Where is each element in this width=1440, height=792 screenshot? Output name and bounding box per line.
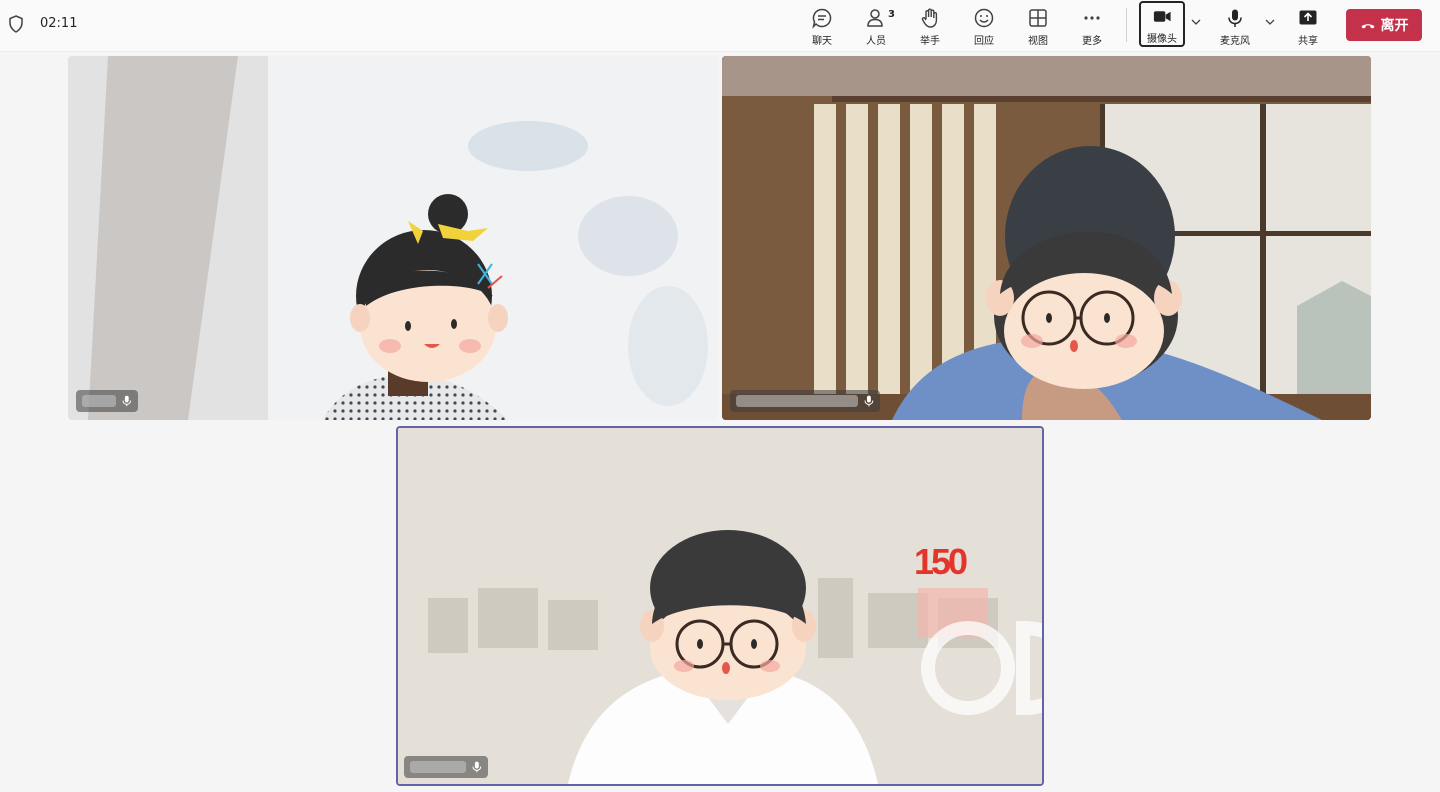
- chat-icon: [812, 8, 832, 29]
- participant-3-video: 150: [398, 428, 1042, 784]
- react-label: 回应: [974, 36, 994, 47]
- people-count-badge: 3: [888, 9, 895, 20]
- camera-icon: [1153, 11, 1171, 22]
- raise-hand-label: 举手: [920, 36, 940, 47]
- mic-icon: [122, 395, 132, 407]
- participant-2-name-tag[interactable]: [730, 390, 880, 412]
- mic-button[interactable]: 麦克风: [1212, 4, 1258, 48]
- svg-text:150: 150: [914, 541, 967, 582]
- share-button[interactable]: 共享: [1285, 4, 1331, 48]
- participant-video-tile-2[interactable]: [722, 56, 1371, 420]
- grid-icon: [1029, 9, 1047, 27]
- mic-icon: [1228, 9, 1242, 27]
- leave-button[interactable]: 离开: [1346, 9, 1422, 41]
- participant-1-name-tag[interactable]: [76, 390, 138, 412]
- hand-icon: [921, 8, 938, 28]
- more-icon: [1084, 16, 1100, 20]
- people-label: 人员: [866, 36, 886, 47]
- participant-1-name-blurred: [82, 395, 117, 407]
- participant-2-name-blurred: [736, 395, 859, 407]
- camera-options-chevron-icon[interactable]: [1190, 16, 1202, 28]
- shield-icon[interactable]: [8, 15, 24, 33]
- participant-video-tile-3-active-speaker[interactable]: 150: [396, 426, 1044, 786]
- phone-hangup-icon: [1361, 24, 1374, 29]
- mic-icon: [864, 395, 874, 407]
- leave-label: 离开: [1380, 18, 1409, 34]
- people-button[interactable]: 3 人员: [853, 4, 899, 48]
- camera-label: 摄像头: [1147, 34, 1177, 45]
- view-label: 视图: [1028, 36, 1048, 47]
- meeting-timer: 02:11: [40, 16, 78, 31]
- smiley-icon: [974, 8, 994, 28]
- react-button[interactable]: 回应: [961, 4, 1007, 48]
- more-button[interactable]: 更多: [1069, 4, 1115, 48]
- more-label: 更多: [1082, 36, 1102, 47]
- participant-video-tile-1[interactable]: [68, 56, 718, 420]
- participant-2-video: [722, 56, 1371, 420]
- toolbar-divider: [1126, 8, 1127, 42]
- mic-label: 麦克风: [1220, 36, 1250, 47]
- view-button[interactable]: 视图: [1015, 4, 1061, 48]
- mic-icon: [472, 761, 482, 773]
- raise-hand-button[interactable]: 举手: [907, 4, 953, 48]
- people-icon: [867, 9, 883, 27]
- participant-1-video: [68, 56, 718, 420]
- mic-options-chevron-icon[interactable]: [1264, 16, 1276, 28]
- share-icon: [1299, 10, 1317, 25]
- meeting-toolbar: 02:11 聊天 3 人员 举手 回应 视图 更多 摄像头 麦克风 共享 离开: [0, 0, 1440, 52]
- chat-button[interactable]: 聊天: [799, 4, 845, 48]
- background-logo-150-icon: 150: [914, 541, 970, 582]
- participant-3-name-blurred: [410, 761, 467, 773]
- chat-label: 聊天: [812, 36, 832, 47]
- camera-button[interactable]: 摄像头: [1139, 1, 1185, 47]
- share-label: 共享: [1298, 36, 1318, 47]
- participant-3-name-tag[interactable]: [404, 756, 488, 778]
